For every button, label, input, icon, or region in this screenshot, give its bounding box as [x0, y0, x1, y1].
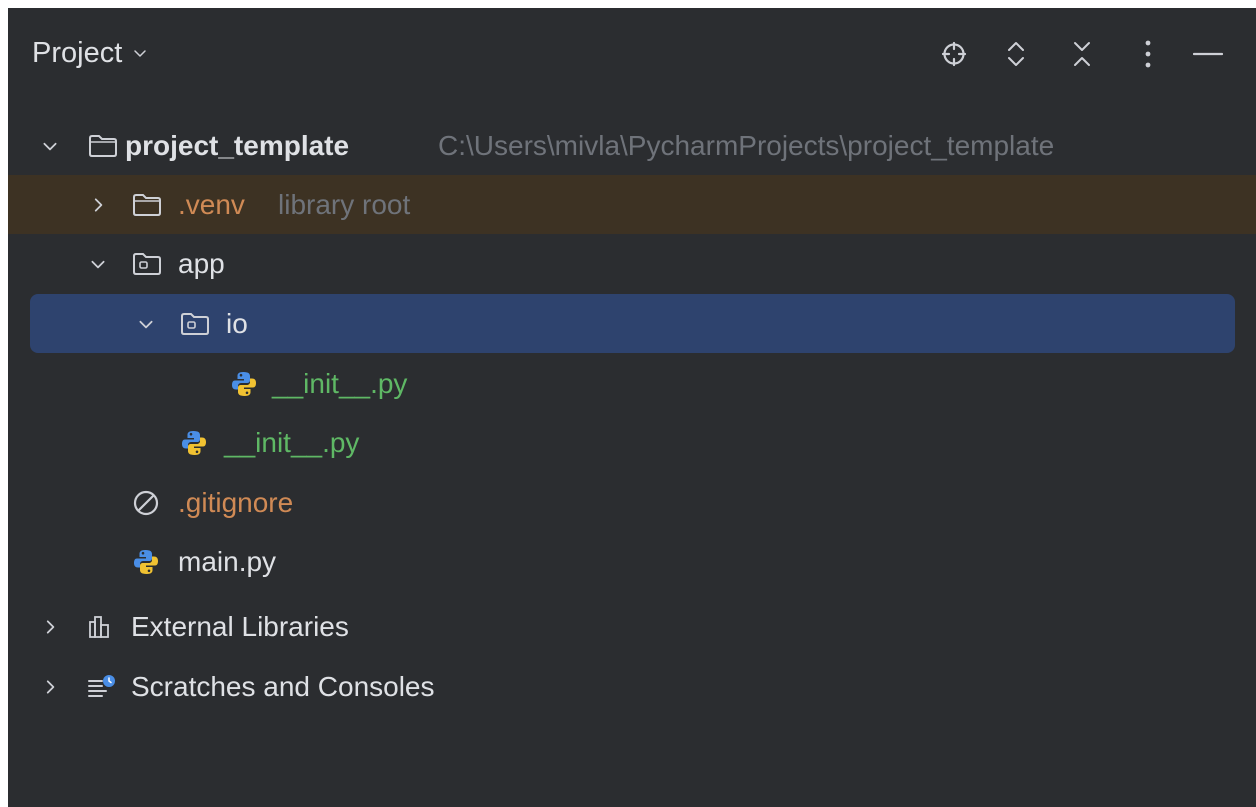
tree-node-project-root[interactable]: project_template C:\Users\mivla\PycharmP… — [8, 116, 1256, 175]
library-icon — [86, 597, 114, 656]
tree-node-scratches[interactable]: Scratches and Consoles — [8, 657, 1256, 716]
gitignore-name: .gitignore — [178, 487, 294, 518]
minimize-button[interactable] — [1188, 34, 1228, 74]
python-file-icon — [132, 532, 160, 591]
tree-node-io[interactable]: io — [30, 294, 1235, 353]
tree-node-venv[interactable]: .venv library root — [8, 175, 1256, 234]
ignored-file-icon — [132, 473, 160, 532]
package-folder-icon — [180, 294, 210, 353]
tree-node-app[interactable]: app — [8, 234, 1256, 293]
chevron-right-icon[interactable] — [86, 175, 110, 234]
project-root-path: C:\Users\mivla\PycharmProjects\project_t… — [438, 130, 1055, 161]
venv-name: .venv — [178, 189, 245, 220]
chevron-down-icon[interactable] — [86, 234, 110, 293]
tree-node-gitignore[interactable]: .gitignore — [8, 473, 1256, 532]
chevron-down-icon[interactable] — [134, 294, 158, 353]
project-tool-window: Project project_template C:\Users\mivla\… — [8, 8, 1256, 807]
project-view-selector[interactable]: Project — [32, 32, 148, 74]
tree-node-io-init[interactable]: __init__.py — [8, 354, 1256, 413]
package-folder-icon — [132, 234, 162, 293]
chevron-down-icon[interactable] — [38, 116, 62, 175]
minimize-icon — [1193, 52, 1223, 56]
external-libraries-name: External Libraries — [131, 611, 349, 642]
io-init-name: __init__.py — [272, 368, 408, 399]
collapse-all-icon — [1074, 42, 1090, 66]
expand-all-button[interactable] — [996, 34, 1036, 74]
main-name: main.py — [178, 546, 277, 577]
venv-hint: library root — [278, 189, 411, 220]
tree-node-main[interactable]: main.py — [8, 532, 1256, 591]
expand-all-icon — [1008, 42, 1024, 66]
io-name: io — [226, 308, 248, 339]
app-init-name: __init__.py — [224, 427, 360, 458]
project-header: Project — [8, 8, 1256, 98]
python-file-icon — [180, 413, 208, 472]
scratches-name: Scratches and Consoles — [131, 671, 435, 702]
scratches-icon — [86, 657, 116, 716]
more-options-icon — [1145, 40, 1151, 68]
chevron-right-icon[interactable] — [38, 597, 62, 656]
more-options-button[interactable] — [1128, 34, 1168, 74]
project-root-name: project_template — [125, 130, 350, 161]
locate-button[interactable] — [934, 34, 974, 74]
folder-icon — [88, 116, 118, 175]
tree-node-app-init[interactable]: __init__.py — [8, 413, 1256, 472]
chevron-down-icon — [134, 50, 147, 57]
folder-icon — [132, 175, 162, 234]
collapse-all-button[interactable] — [1062, 34, 1102, 74]
app-name: app — [178, 248, 225, 279]
chevron-right-icon[interactable] — [38, 657, 62, 716]
tree-node-external-libraries[interactable]: External Libraries — [8, 597, 1256, 656]
locate-icon — [941, 41, 967, 67]
project-view-title: Project — [32, 36, 123, 69]
python-file-icon — [230, 354, 258, 413]
